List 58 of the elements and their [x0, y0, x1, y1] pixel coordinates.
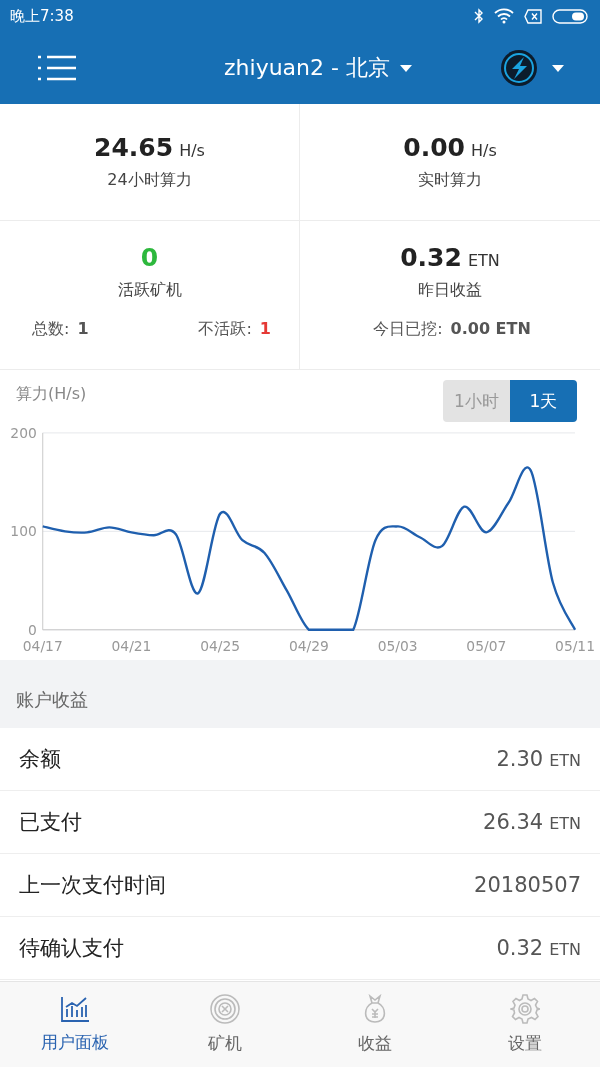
coin-selector[interactable] [500, 49, 564, 87]
detail-label: 今日已挖: [373, 319, 443, 340]
menu-icon[interactable] [38, 55, 76, 81]
detail-value: 0.00 ETN [450, 319, 531, 340]
x-tick-label: 04/25 [200, 637, 241, 654]
detail-label: 不活跃: [198, 319, 252, 340]
stat-label: 实时算力 [418, 170, 482, 191]
detail-value: 1 [77, 319, 89, 340]
stat-value: 0.00 [403, 133, 465, 162]
y-tick-label: 200 [10, 424, 37, 441]
x-tick-label: 05/03 [377, 637, 418, 654]
row-unit: ETN [549, 751, 581, 770]
x-tick-label: 05/07 [466, 637, 507, 654]
battery-icon [552, 8, 588, 24]
stat-unit: ETN [467, 251, 500, 270]
y-tick-label: 0 [28, 621, 37, 638]
y-tick-label: 100 [10, 522, 37, 539]
lightning-coin-icon [500, 49, 538, 87]
wifi-icon [494, 8, 514, 24]
status-time: 晚上7:38 [10, 6, 74, 26]
stat-unit: H/s [470, 141, 497, 160]
x-tick-label: 04/17 [22, 637, 63, 654]
caret-icon [552, 64, 564, 72]
stat-value: 0 [140, 243, 159, 272]
row-value: 2.30 [496, 747, 544, 771]
row-label: 余额 [19, 746, 61, 773]
row-value: 20180507 [474, 873, 581, 897]
nav-tab[interactable]: 矿机 [150, 982, 300, 1067]
target-icon [210, 994, 240, 1024]
x-tick-label: 04/29 [288, 637, 329, 654]
range-tab[interactable]: 1天 [510, 380, 577, 422]
row-label: 待确认支付 [19, 935, 124, 962]
stat-label: 活跃矿机 [117, 280, 182, 301]
chart-title: 算力(H/s) [16, 384, 87, 405]
row-unit: ETN [549, 814, 581, 833]
row-label: 已支付 [19, 809, 82, 836]
stat-label: 24小时算力 [107, 170, 192, 191]
section-title: 账户收益 [16, 688, 88, 712]
row-label: 上一次支付时间 [19, 872, 166, 899]
bar-chart-icon [60, 995, 90, 1023]
x-tick-label: 05/11 [555, 637, 595, 654]
no-sim-icon [524, 8, 542, 24]
nav-tab[interactable]: 用户面板 [0, 982, 150, 1067]
settings-icon [510, 994, 540, 1024]
row-value: 26.34 [483, 810, 544, 834]
row-unit: ETN [549, 940, 581, 959]
x-tick-label: 04/21 [111, 637, 152, 654]
caret-icon [399, 64, 412, 72]
bluetooth-icon [474, 8, 484, 24]
stat-unit: H/s [179, 141, 205, 160]
nav-tab[interactable]: 设置 [450, 982, 600, 1067]
stat-label: 昨日收益 [418, 280, 482, 301]
nav-tab[interactable]: 收益 [300, 982, 450, 1067]
row-value: 0.32 [496, 936, 544, 960]
detail-value: 1 [259, 319, 271, 340]
detail-label: 总数: [32, 319, 70, 340]
stat-value: 24.65 [94, 133, 174, 162]
stat-value: 0.32 [400, 243, 462, 272]
